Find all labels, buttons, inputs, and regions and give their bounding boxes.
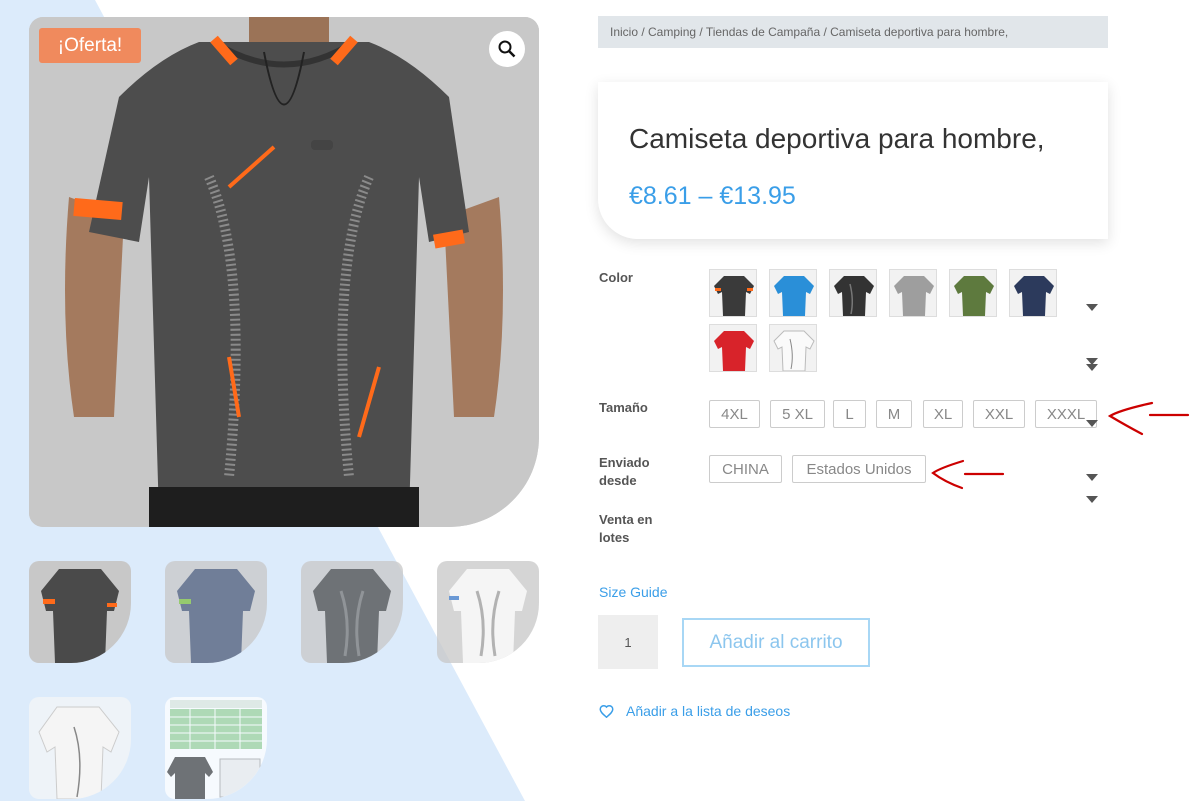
size-dropdown-caret-icon[interactable] [1086,420,1098,427]
color-dropdown-caret-icon[interactable] [1086,364,1098,371]
color-label: Color [599,270,633,285]
wishlist-label: Añadir a la lista de deseos [626,703,791,719]
color-swatch-green[interactable] [949,269,997,317]
sale-badge: ¡Oferta! [39,28,141,63]
shipped-from-label-line2: desde [599,473,637,488]
size-option-m[interactable]: M [876,400,912,428]
product-price: €8.61 – €13.95 [629,182,796,210]
bulk-sale-label-line2: lotes [599,530,630,545]
ship-from-dropdown-caret-icon[interactable] [1086,474,1098,481]
color-swatch-black[interactable] [829,269,877,317]
size-option-5xl[interactable]: 5 XL [770,400,825,428]
add-to-cart-button[interactable]: Añadir al carrito [682,618,870,667]
heart-icon [599,704,614,718]
shipped-from-label: Enviado desde [599,454,650,490]
color-swatch-black-orange[interactable] [709,269,757,317]
size-option-l[interactable]: L [833,400,866,428]
zoom-button[interactable] [489,31,525,67]
main-product-image[interactable] [29,17,539,527]
shipped-from-label-line1: Enviado [599,455,650,470]
color-swatch-navy[interactable] [1009,269,1057,317]
size-guide-link[interactable]: Size Guide [599,584,667,600]
bulk-sale-label-line1: Venta en [599,512,653,527]
size-option-4xl[interactable]: 4XL [709,400,760,428]
color-swatch-red[interactable] [709,324,757,372]
ship-from-china[interactable]: CHINA [709,455,782,483]
product-title: Camiseta deportiva para hombre, [629,123,1045,154]
bulk-sale-label: Venta en lotes [599,511,652,547]
size-label: Tamaño [599,400,648,415]
ship-from-usa[interactable]: Estados Unidos [792,455,926,483]
size-option-xxl[interactable]: XXL [973,400,1025,428]
add-to-wishlist-link[interactable]: Añadir a la lista de deseos [599,703,790,719]
color-swatch-gray[interactable] [889,269,937,317]
size-option-xl[interactable]: XL [923,400,963,428]
color-swatch-blue[interactable] [769,269,817,317]
breadcrumb[interactable]: Inicio / Camping / Tiendas de Campaña / … [598,16,1108,48]
bulk-sale-dropdown-caret-icon[interactable] [1086,496,1098,503]
color-dropdown-caret-icon[interactable] [1086,304,1098,311]
quantity-input[interactable]: 1 [598,615,658,669]
color-swatch-white[interactable] [769,324,817,372]
product-summary-card: Camiseta deportiva para hombre, €8.61 – … [598,82,1108,239]
magnifier-icon [498,40,516,58]
